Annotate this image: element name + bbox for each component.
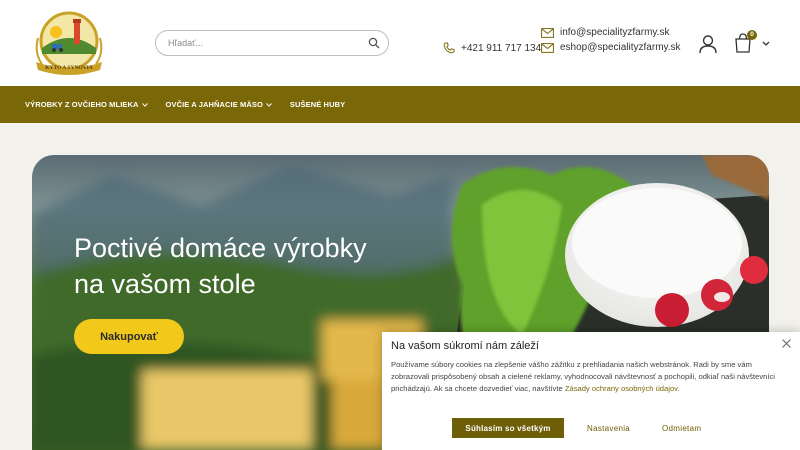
- chevron-down-icon: [141, 102, 148, 107]
- cookie-text: Používame súbory cookies na zlepšenie vá…: [391, 359, 791, 395]
- phone-number: +421 911 717 134: [461, 42, 542, 54]
- cookie-title: Na vašom súkromí nám záleží: [391, 340, 539, 352]
- email-info-contact[interactable]: info@specialityzfarmy.sk: [541, 27, 669, 38]
- nav-item-lamb-meat[interactable]: OVČIE A JAHŇACIE MÄSO: [166, 100, 272, 109]
- nav-item-sheep-milk-products[interactable]: VÝROBKY Z OVČIEHO MLIEKA: [25, 100, 148, 109]
- close-icon[interactable]: [781, 338, 792, 349]
- reject-button[interactable]: Odmietam: [662, 418, 701, 438]
- main-navigation: VÝROBKY Z OVČIEHO MLIEKA OVČIE A JAHŇACI…: [0, 86, 800, 123]
- cart-count-badge: 0: [747, 30, 757, 40]
- hero-title-line1: Poctivé domáce výrobky: [74, 233, 367, 263]
- chevron-down-icon: [266, 102, 272, 107]
- cookie-consent-panel: Na vašom súkromí nám záleží Používame sú…: [382, 332, 800, 450]
- hero-title: Poctivé domáce výrobky na vašom stole: [74, 230, 414, 302]
- email-info: info@specialityzfarmy.sk: [560, 27, 670, 38]
- cookie-link-suffix: .: [677, 384, 680, 393]
- chevron-down-icon: [762, 41, 770, 46]
- nav-item-dried-mushrooms[interactable]: SUŠENÉ HUBY: [290, 100, 345, 109]
- search-bar: [155, 30, 389, 56]
- logo[interactable]: KYTO A SYNOVIA: [30, 8, 108, 78]
- privacy-policy-link[interactable]: Zásady ochrany osobných údajov: [565, 384, 678, 393]
- search-icon[interactable]: [368, 37, 380, 49]
- phone-icon: [443, 42, 455, 54]
- email-shop-contact[interactable]: eshop@specialityzfarmy.sk: [541, 42, 681, 53]
- search-input[interactable]: [168, 31, 363, 55]
- nav-item-label: VÝROBKY Z OVČIEHO MLIEKA: [25, 100, 139, 109]
- logo-text: KYTO A SYNOVIA: [45, 65, 93, 71]
- mail-icon: [541, 27, 554, 38]
- hero-title-line2: na vašom stole: [74, 269, 256, 299]
- site-header: KYTO A SYNOVIA +421 911 717 134 info@spe…: [0, 0, 800, 86]
- mail-icon: [541, 42, 554, 53]
- email-shop: eshop@specialityzfarmy.sk: [560, 42, 681, 53]
- cookie-settings-button[interactable]: Nastavenia: [587, 418, 630, 438]
- cart-button[interactable]: 0: [735, 30, 773, 56]
- shop-now-button[interactable]: Nakupovať: [74, 319, 184, 354]
- accept-all-button[interactable]: Súhlasím so všetkým: [452, 418, 564, 438]
- nav-item-label: OVČIE A JAHŇACIE MÄSO: [165, 100, 263, 109]
- nav-item-label: SUŠENÉ HUBY: [289, 100, 346, 109]
- phone-contact[interactable]: +421 911 717 134: [443, 42, 541, 54]
- user-icon[interactable]: [698, 34, 718, 54]
